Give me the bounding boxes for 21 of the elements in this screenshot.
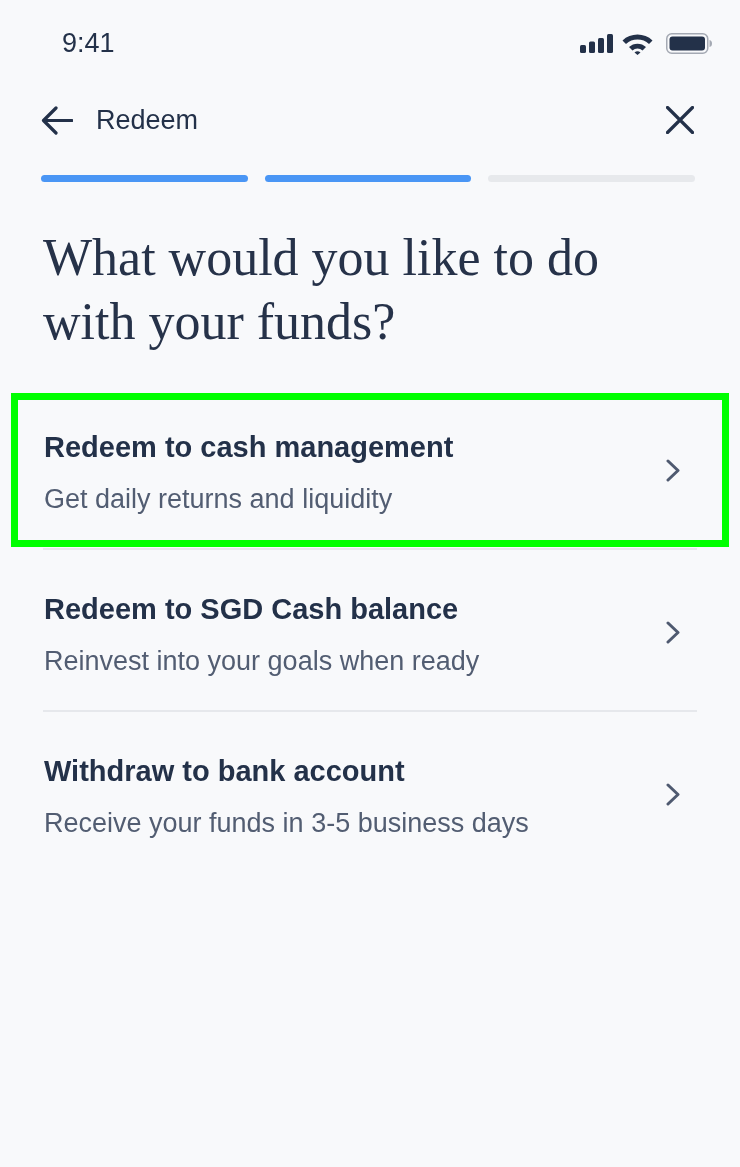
back-button[interactable] — [41, 105, 73, 135]
chevron-right-icon — [666, 458, 680, 482]
option-subtitle: Reinvest into your goals when ready — [44, 644, 480, 677]
battery-icon — [666, 32, 712, 54]
screen-title: Redeem — [96, 104, 200, 136]
close-icon — [666, 106, 694, 134]
option-subtitle: Receive your funds in 3-5 business days — [44, 806, 529, 839]
question-heading: What would you like to do with your funds? — [43, 228, 601, 352]
option-subtitle: Get daily returns and liquidity — [44, 482, 394, 515]
chevron-right-icon — [666, 620, 680, 644]
close-button[interactable] — [666, 106, 694, 134]
option-item[interactable]: Redeem to cash management Get daily returns and liquidity — [11, 393, 729, 547]
back-arrow-icon — [41, 105, 73, 135]
option-title: Withdraw to bank account — [44, 753, 406, 788]
status-time: 9:41 — [62, 28, 115, 58]
option-item[interactable]: Withdraw to bank account Receive your funds in 3-5 business days — [11, 717, 729, 871]
chevron-right-icon — [666, 782, 680, 806]
option-title: Redeem to cash management — [44, 429, 454, 464]
signal-icon — [580, 34, 614, 53]
option-title: Redeem to SGD Cash balance — [44, 591, 460, 626]
option-item[interactable]: Redeem to SGD Cash balance Reinvest into your goals when ready — [11, 555, 729, 709]
